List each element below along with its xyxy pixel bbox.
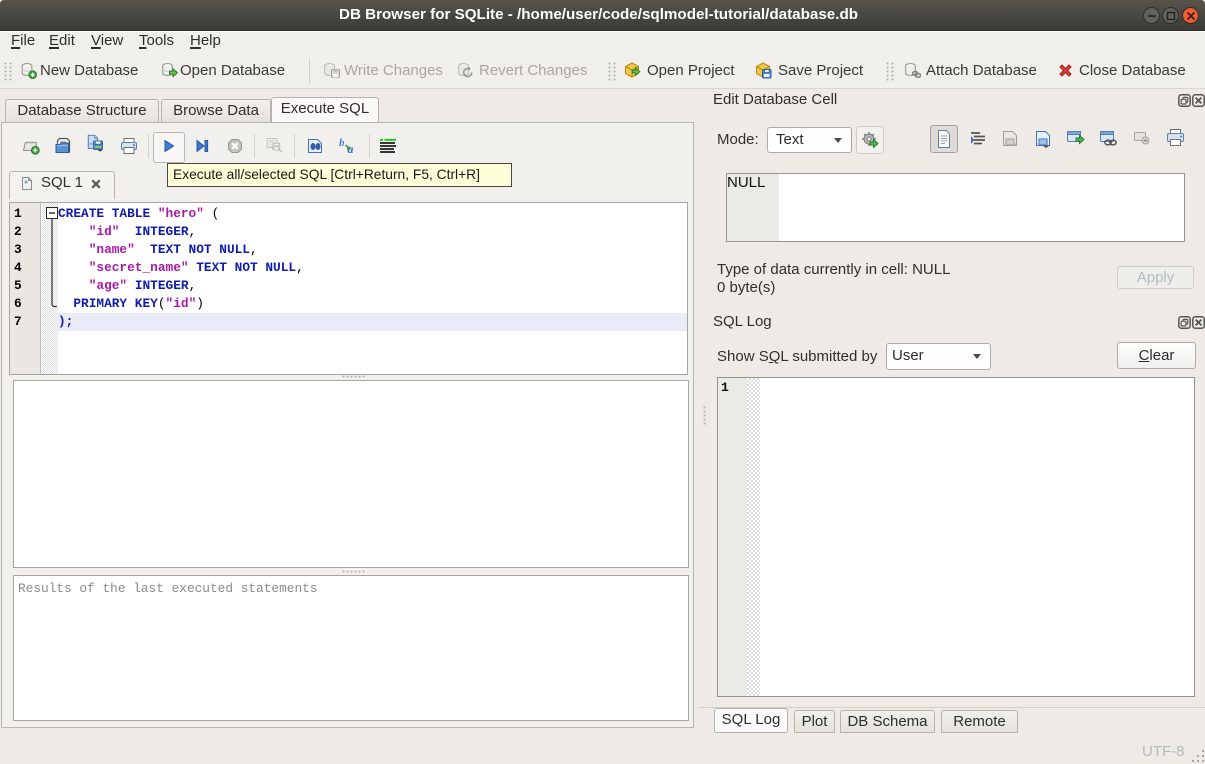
svg-text:b: b [339, 137, 345, 149]
svg-text:a: a [348, 142, 354, 155]
